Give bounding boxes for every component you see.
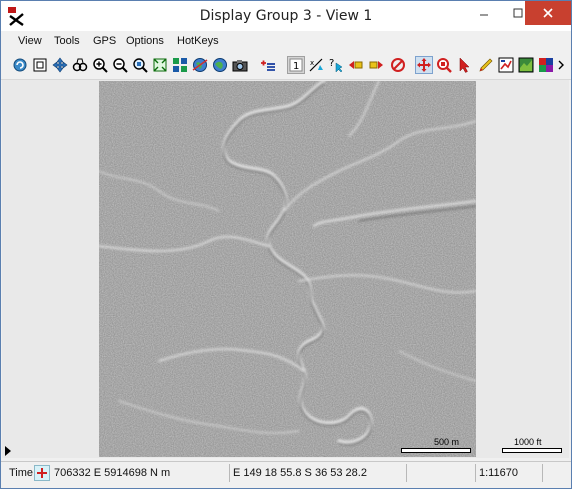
close-icon (543, 8, 553, 18)
scale-label-metric: 500 m (434, 437, 460, 447)
menu-options[interactable]: Options (126, 35, 164, 47)
legend-icon[interactable] (497, 56, 515, 74)
zoom-out-icon[interactable] (111, 56, 129, 74)
help-pointer-icon[interactable]: ? (327, 56, 345, 74)
close-button[interactable] (525, 1, 571, 25)
menu-view[interactable]: View (18, 35, 42, 47)
more-icon[interactable] (555, 56, 567, 74)
zoom-tool-icon[interactable] (435, 56, 453, 74)
scale-label-imperial: 1000 ft (514, 437, 542, 447)
snapshot-camera-icon[interactable] (231, 56, 249, 74)
zoom-layer-icon[interactable] (171, 56, 189, 74)
layer-list-icon[interactable] (517, 56, 535, 74)
expand-arrow-icon[interactable] (5, 446, 11, 456)
status-bar: Time 706332 E 5914698 N m E 149 18 55.8 … (1, 461, 571, 484)
next-view-icon[interactable] (367, 56, 385, 74)
previous-view-icon[interactable] (347, 56, 365, 74)
full-extent-icon[interactable] (31, 56, 49, 74)
menu-bar: View Tools GPS Options HotKeys (1, 32, 571, 52)
color-icon[interactable] (537, 56, 555, 74)
time-label: Time (9, 467, 34, 479)
toolbar: 1 x ? (1, 53, 571, 80)
scale-bar-metric (401, 448, 471, 453)
menu-tools[interactable]: Tools (54, 35, 80, 47)
cancel-icon[interactable] (389, 56, 407, 74)
svg-text:1: 1 (293, 61, 299, 72)
minimize-icon (480, 14, 488, 16)
measure-icon[interactable]: x (307, 56, 325, 74)
display-group-window: Display Group 3 - View 1 View Tools GPS … (0, 0, 572, 489)
pan-tool-icon[interactable] (415, 56, 433, 74)
zoom-box-icon[interactable] (151, 56, 169, 74)
scale-bar-imperial (502, 448, 562, 453)
maximize-icon (513, 8, 523, 18)
sketch-pencil-icon[interactable] (477, 56, 495, 74)
title-bar: Display Group 3 - View 1 (1, 1, 571, 31)
pointer-tool-icon[interactable] (455, 56, 473, 74)
globe-icon[interactable] (191, 56, 209, 74)
map-scale: 1:11670 (479, 467, 518, 479)
zoom-in-icon[interactable] (91, 56, 109, 74)
map-coordinates: 706332 E 5914698 N m (54, 467, 171, 479)
svg-text:x: x (310, 59, 314, 67)
geo-coordinates: E 149 18 55.8 S 36 53 28.2 (233, 467, 367, 479)
redraw-icon[interactable] (11, 56, 29, 74)
minimize-button[interactable] (467, 1, 501, 25)
position-tool-button[interactable] (34, 465, 50, 481)
crosshair-icon (37, 468, 47, 478)
shaded-relief-image[interactable]: 500 m (99, 81, 476, 457)
zoom-to-layer-icon[interactable] (131, 56, 149, 74)
add-layer-icon[interactable] (259, 56, 277, 74)
svg-text:?: ? (329, 58, 334, 69)
select-layer-icon[interactable]: 1 (287, 56, 305, 74)
menu-hotkeys[interactable]: HotKeys (177, 35, 219, 47)
zoom-binoculars-icon[interactable] (71, 56, 89, 74)
map-view[interactable]: 500 m 1000 ft (2, 80, 569, 458)
pan-to-center-icon[interactable] (51, 56, 69, 74)
menu-gps[interactable]: GPS (93, 35, 116, 47)
locator-globe-icon[interactable] (211, 56, 229, 74)
